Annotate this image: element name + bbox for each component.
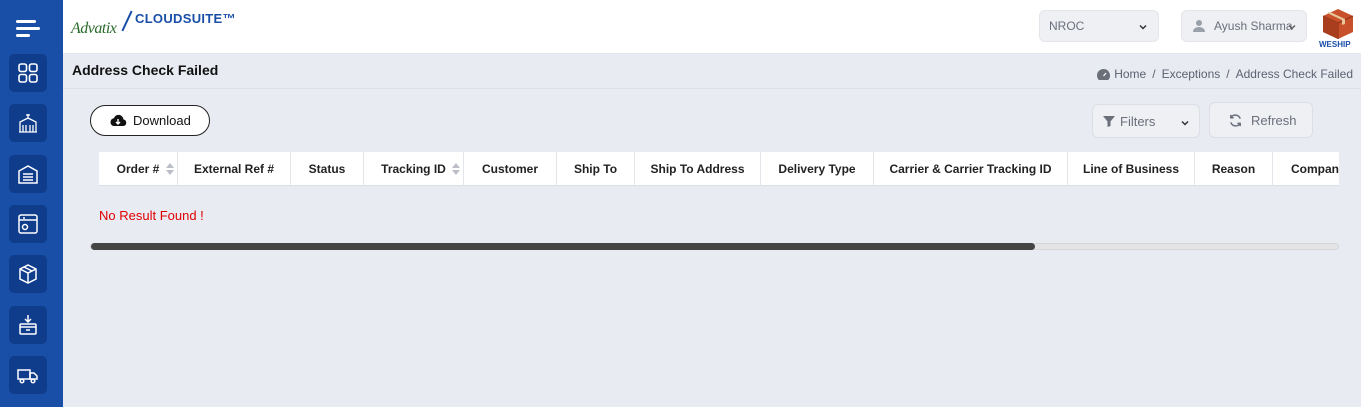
sidebar-item-dashboard[interactable] bbox=[9, 54, 47, 92]
column-header-label: Order # bbox=[116, 162, 160, 176]
cloud-download-icon bbox=[110, 114, 127, 126]
truck-icon bbox=[17, 369, 38, 384]
sidebar-item-receiving[interactable] bbox=[9, 306, 47, 344]
page-title: Address Check Failed bbox=[72, 62, 219, 78]
sidebar bbox=[0, 0, 63, 407]
column-header-label: Tracking ID bbox=[381, 162, 446, 176]
filters-label: Filters bbox=[1120, 113, 1156, 129]
home-icon bbox=[1097, 68, 1111, 80]
breadcrumb: Home / Exceptions / Address Check Failed bbox=[1097, 67, 1353, 81]
column-header-label: Status bbox=[308, 162, 346, 176]
logo-advatix-text: Advatix bbox=[71, 20, 117, 37]
refresh-icon bbox=[1230, 113, 1241, 127]
breadcrumb-exceptions[interactable]: Exceptions bbox=[1162, 67, 1221, 81]
user-name: Ayush Sharma bbox=[1214, 19, 1293, 33]
funnel-icon bbox=[1103, 116, 1115, 127]
chevron-down-icon bbox=[1139, 24, 1147, 30]
dashboard-icon bbox=[18, 63, 38, 83]
chevron-down-icon bbox=[1288, 25, 1296, 30]
menu-toggle-icon[interactable] bbox=[16, 18, 40, 38]
sidebar-item-warehouse[interactable] bbox=[9, 104, 47, 142]
warehouse-icon bbox=[19, 114, 37, 133]
user-menu[interactable]: Ayush Sharma bbox=[1181, 10, 1307, 42]
divider bbox=[63, 88, 1361, 89]
download-button[interactable]: Download bbox=[90, 105, 210, 136]
column-header-label: Ship To Address bbox=[650, 162, 745, 176]
column-header-label: External Ref # bbox=[193, 162, 275, 176]
breadcrumb-separator: / bbox=[1226, 67, 1230, 81]
sidebar-item-settings[interactable] bbox=[9, 205, 47, 243]
warehouse-select[interactable]: NROC bbox=[1039, 10, 1159, 42]
column-header-label: Carrier & Carrier Tracking ID bbox=[889, 162, 1052, 176]
column-header-company[interactable]: Company bbox=[1273, 152, 1339, 186]
column-header-delivery-type[interactable]: Delivery Type bbox=[761, 152, 874, 186]
settings-window-icon bbox=[18, 214, 38, 234]
weship-label: WESHIP bbox=[1319, 40, 1351, 49]
column-header-tracking-id[interactable]: Tracking ID bbox=[364, 152, 464, 186]
column-header-label: Ship To bbox=[573, 162, 618, 176]
sidebar-item-shipping[interactable] bbox=[9, 356, 47, 394]
column-header-label: Reason bbox=[1211, 162, 1256, 176]
logo-divider bbox=[121, 10, 133, 32]
receiving-icon bbox=[19, 315, 37, 335]
column-header-reason[interactable]: Reason bbox=[1195, 152, 1273, 186]
breadcrumb-separator: / bbox=[1152, 67, 1156, 81]
filters-dropdown[interactable]: Filters bbox=[1092, 104, 1200, 138]
horizontal-scrollbar[interactable] bbox=[90, 243, 1339, 250]
breadcrumb-current: Address Check Failed bbox=[1235, 67, 1353, 81]
column-header-customer[interactable]: Customer bbox=[464, 152, 557, 186]
breadcrumb-home[interactable]: Home bbox=[1114, 67, 1146, 81]
download-label: Download bbox=[133, 113, 191, 128]
inventory-icon bbox=[18, 165, 38, 184]
column-header-ship-to-address[interactable]: Ship To Address bbox=[635, 152, 761, 186]
column-header-label: Customer bbox=[481, 162, 538, 176]
sidebar-item-packages[interactable] bbox=[9, 255, 47, 293]
logo-cloudsuite-text: CLOUDSUITE™ bbox=[135, 11, 236, 26]
results-table: Order # External Ref # Status Tracking I… bbox=[99, 152, 1339, 186]
sort-icon[interactable] bbox=[166, 163, 174, 175]
scrollbar-thumb[interactable] bbox=[91, 243, 1035, 250]
sort-icon[interactable] bbox=[452, 163, 460, 175]
column-header-carrier-tracking[interactable]: Carrier & Carrier Tracking ID bbox=[874, 152, 1068, 186]
table-header-row: Order # External Ref # Status Tracking I… bbox=[99, 152, 1339, 186]
company-logo[interactable]: Advatix CLOUDSUITE™ bbox=[71, 8, 241, 44]
column-header-label: Line of Business bbox=[1082, 162, 1180, 176]
empty-state-message: No Result Found ! bbox=[99, 208, 204, 223]
column-header-label: Delivery Type bbox=[778, 162, 856, 176]
refresh-button[interactable]: Refresh bbox=[1209, 102, 1313, 138]
column-header-status[interactable]: Status bbox=[291, 152, 364, 186]
warehouse-select-value: NROC bbox=[1049, 19, 1085, 33]
chevron-down-icon bbox=[1181, 120, 1189, 126]
column-header-external-ref[interactable]: External Ref # bbox=[178, 152, 291, 186]
refresh-label: Refresh bbox=[1251, 112, 1297, 128]
column-header-line-of-business[interactable]: Line of Business bbox=[1068, 152, 1195, 186]
column-header-label: Company bbox=[1291, 162, 1339, 176]
column-header-order[interactable]: Order # bbox=[99, 152, 178, 186]
column-header-ship-to[interactable]: Ship To bbox=[557, 152, 635, 186]
top-header: Advatix CLOUDSUITE™ NROC Ayush Sharma WE… bbox=[63, 0, 1361, 54]
sidebar-item-inventory[interactable] bbox=[9, 155, 47, 193]
packages-icon bbox=[19, 264, 37, 284]
user-icon bbox=[1193, 20, 1205, 32]
